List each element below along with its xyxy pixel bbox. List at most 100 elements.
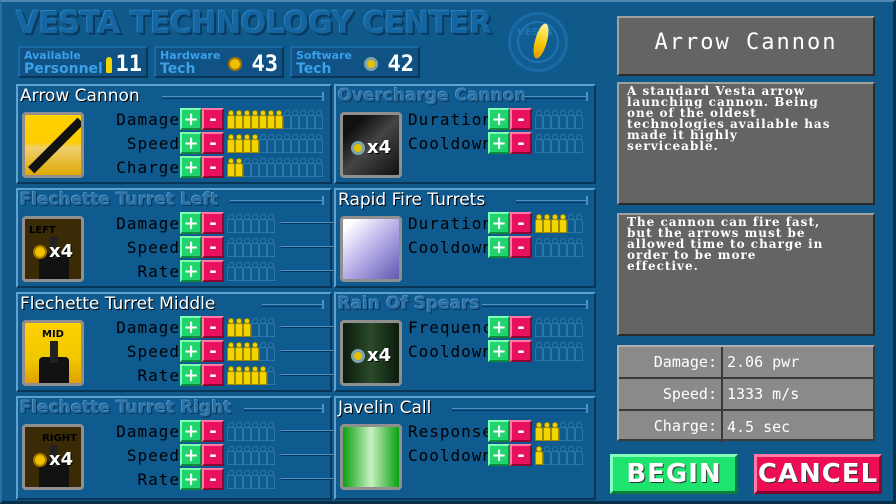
personnel-pip-empty <box>291 157 299 177</box>
increase-speed-button[interactable]: + <box>180 132 202 154</box>
tech-name: Flechette Turret Right <box>20 398 232 418</box>
arrow-cannon-thumbnail-icon[interactable] <box>22 112 84 178</box>
increase-cooldown-button[interactable]: + <box>488 132 510 154</box>
personnel-pip-empty <box>575 237 583 257</box>
javelin-call-thumbnail-icon[interactable] <box>340 424 402 490</box>
decrease-duration-button[interactable]: - <box>510 108 532 130</box>
increase-rate-button[interactable]: + <box>180 468 202 490</box>
decrease-cooldown-button[interactable]: - <box>510 132 532 154</box>
increase-rate-button[interactable]: + <box>180 260 202 282</box>
decrease-rate-button[interactable]: - <box>202 260 224 282</box>
increase-damage-button[interactable]: + <box>180 108 202 130</box>
overcharge-cannon-thumbnail-icon[interactable]: x4 <box>340 112 402 178</box>
increase-speed-button[interactable]: + <box>180 236 202 258</box>
decrease-rate-button[interactable]: - <box>202 468 224 490</box>
increase-charge-button[interactable]: + <box>180 156 202 178</box>
software-tech-icon <box>351 348 365 363</box>
increase-damage-button[interactable]: + <box>180 420 202 442</box>
increase-duration-button[interactable]: + <box>488 212 510 234</box>
personnel-pip-empty <box>243 445 251 465</box>
flechette-turret-left-thumbnail-icon[interactable]: LEFT x4 <box>22 216 84 282</box>
decrease-damage-button[interactable]: - <box>202 316 224 338</box>
decrease-speed-button[interactable]: - <box>202 444 224 466</box>
resource-value: 43 <box>251 52 279 77</box>
personnel-pip-empty <box>267 365 275 385</box>
stat-value: 4.5 sec <box>727 418 791 436</box>
decrease-damage-button[interactable]: - <box>202 212 224 234</box>
personnel-pip-empty <box>227 469 235 489</box>
decrease-charge-button[interactable]: - <box>202 156 224 178</box>
resource-value: 42 <box>387 52 415 77</box>
resource-label-2: Personnel <box>24 61 103 77</box>
decrease-cooldown-button[interactable]: - <box>510 444 532 466</box>
level-bar <box>227 365 275 385</box>
level-bar <box>535 213 583 233</box>
tech-panel-rapid-fire-turrets[interactable]: Rapid Fire Turrets Duration + - Cooldown + - <box>334 188 596 288</box>
decrease-speed-button[interactable]: - <box>202 132 224 154</box>
flechette-turret-right-thumbnail-icon[interactable]: RIGHT x4 <box>22 424 84 490</box>
personnel-pip-filled <box>559 213 567 233</box>
cancel-button[interactable]: CANCEL <box>754 454 882 494</box>
decrease-speed-button[interactable]: - <box>202 236 224 258</box>
personnel-pip-empty <box>259 445 267 465</box>
personnel-pip-empty <box>543 133 551 153</box>
unlock-cost: x4 <box>33 241 73 262</box>
increase-speed-button[interactable]: + <box>180 340 202 362</box>
personnel-pip-empty <box>259 157 267 177</box>
personnel-pip-empty <box>227 237 235 257</box>
tech-panel-rain-of-spears[interactable]: Rain Of Spears x4 Frequency + - Cooldown + - <box>334 292 596 392</box>
increase-damage-button[interactable]: + <box>180 212 202 234</box>
personnel-pip-empty <box>259 213 267 233</box>
decrease-damage-button[interactable]: - <box>202 420 224 442</box>
increase-rate-button[interactable]: + <box>180 364 202 386</box>
level-bar <box>227 213 275 233</box>
personnel-pip-filled <box>235 133 243 153</box>
page-title: VESTA TECHNOLOGY CENTER <box>16 6 492 41</box>
tech-panel-flechette-turret-left[interactable]: Flechette Turret Left LEFT x4 Damage + - Speed… <box>16 188 341 288</box>
personnel-pip-empty <box>251 261 259 281</box>
flechette-turret-middle-thumbnail-icon[interactable]: MID <box>22 320 84 386</box>
increase-speed-button[interactable]: + <box>180 444 202 466</box>
increase-response-button[interactable]: + <box>488 420 510 442</box>
increase-damage-button[interactable]: + <box>180 316 202 338</box>
personnel-pip-filled <box>235 341 243 361</box>
increase-duration-button[interactable]: + <box>488 108 510 130</box>
personnel-pip-empty <box>267 317 275 337</box>
decrease-cooldown-button[interactable]: - <box>510 236 532 258</box>
tech-name: Rapid Fire Turrets <box>338 190 486 210</box>
software-tech-icon <box>364 57 378 71</box>
personnel-pip-filled <box>543 213 551 233</box>
increase-cooldown-button[interactable]: + <box>488 444 510 466</box>
decrease-speed-button[interactable]: - <box>202 340 224 362</box>
upgrade-label: Response <box>408 421 494 441</box>
increase-frequency-button[interactable]: + <box>488 316 510 338</box>
personnel-pip-empty <box>227 213 235 233</box>
detail-title: Arrow Cannon <box>654 30 838 55</box>
increase-cooldown-button[interactable]: + <box>488 236 510 258</box>
tech-panel-flechette-turret-middle[interactable]: Flechette Turret Middle MID Damage + - Speed +… <box>16 292 341 392</box>
tech-panel-javelin-call[interactable]: Javelin Call Response + - Cooldown + - <box>334 396 596 500</box>
detail-stats-table: Damage: 2.06 pwr Speed: 1333 m/s Charge:… <box>617 345 875 443</box>
increase-cooldown-button[interactable]: + <box>488 340 510 362</box>
decrease-duration-button[interactable]: - <box>510 212 532 234</box>
hardware-tech-icon <box>33 244 47 259</box>
description-box: A standard Vesta arrow launching cannon.… <box>617 82 875 205</box>
decrease-damage-button[interactable]: - <box>202 108 224 130</box>
upgrade-row-cooldown: Cooldown + - <box>408 236 583 258</box>
decrease-cooldown-button[interactable]: - <box>510 340 532 362</box>
tech-panel-arrow-cannon[interactable]: Arrow Cannon Damage + - Speed + - Charge + - <box>16 84 332 184</box>
rain-of-spears-thumbnail-icon[interactable]: x4 <box>340 320 402 386</box>
tech-panel-flechette-turret-right[interactable]: Flechette Turret Right RIGHT x4 Damage + - Spe… <box>16 396 341 500</box>
personnel-pip-filled <box>535 421 543 441</box>
level-bar <box>535 317 583 337</box>
rapid-fire-turrets-thumbnail-icon[interactable] <box>340 216 402 282</box>
decrease-rate-button[interactable]: - <box>202 364 224 386</box>
decrease-frequency-button[interactable]: - <box>510 316 532 338</box>
decrease-response-button[interactable]: - <box>510 420 532 442</box>
personnel-pip-filled <box>251 109 259 129</box>
begin-button[interactable]: BEGIN <box>610 454 738 494</box>
upgrade-label: Speed <box>126 341 180 361</box>
tech-panel-overcharge-cannon[interactable]: Overcharge Cannon x4 Duration + - Cooldown + - <box>334 84 596 184</box>
personnel-pip-empty <box>267 261 275 281</box>
personnel-pip-empty <box>299 157 307 177</box>
